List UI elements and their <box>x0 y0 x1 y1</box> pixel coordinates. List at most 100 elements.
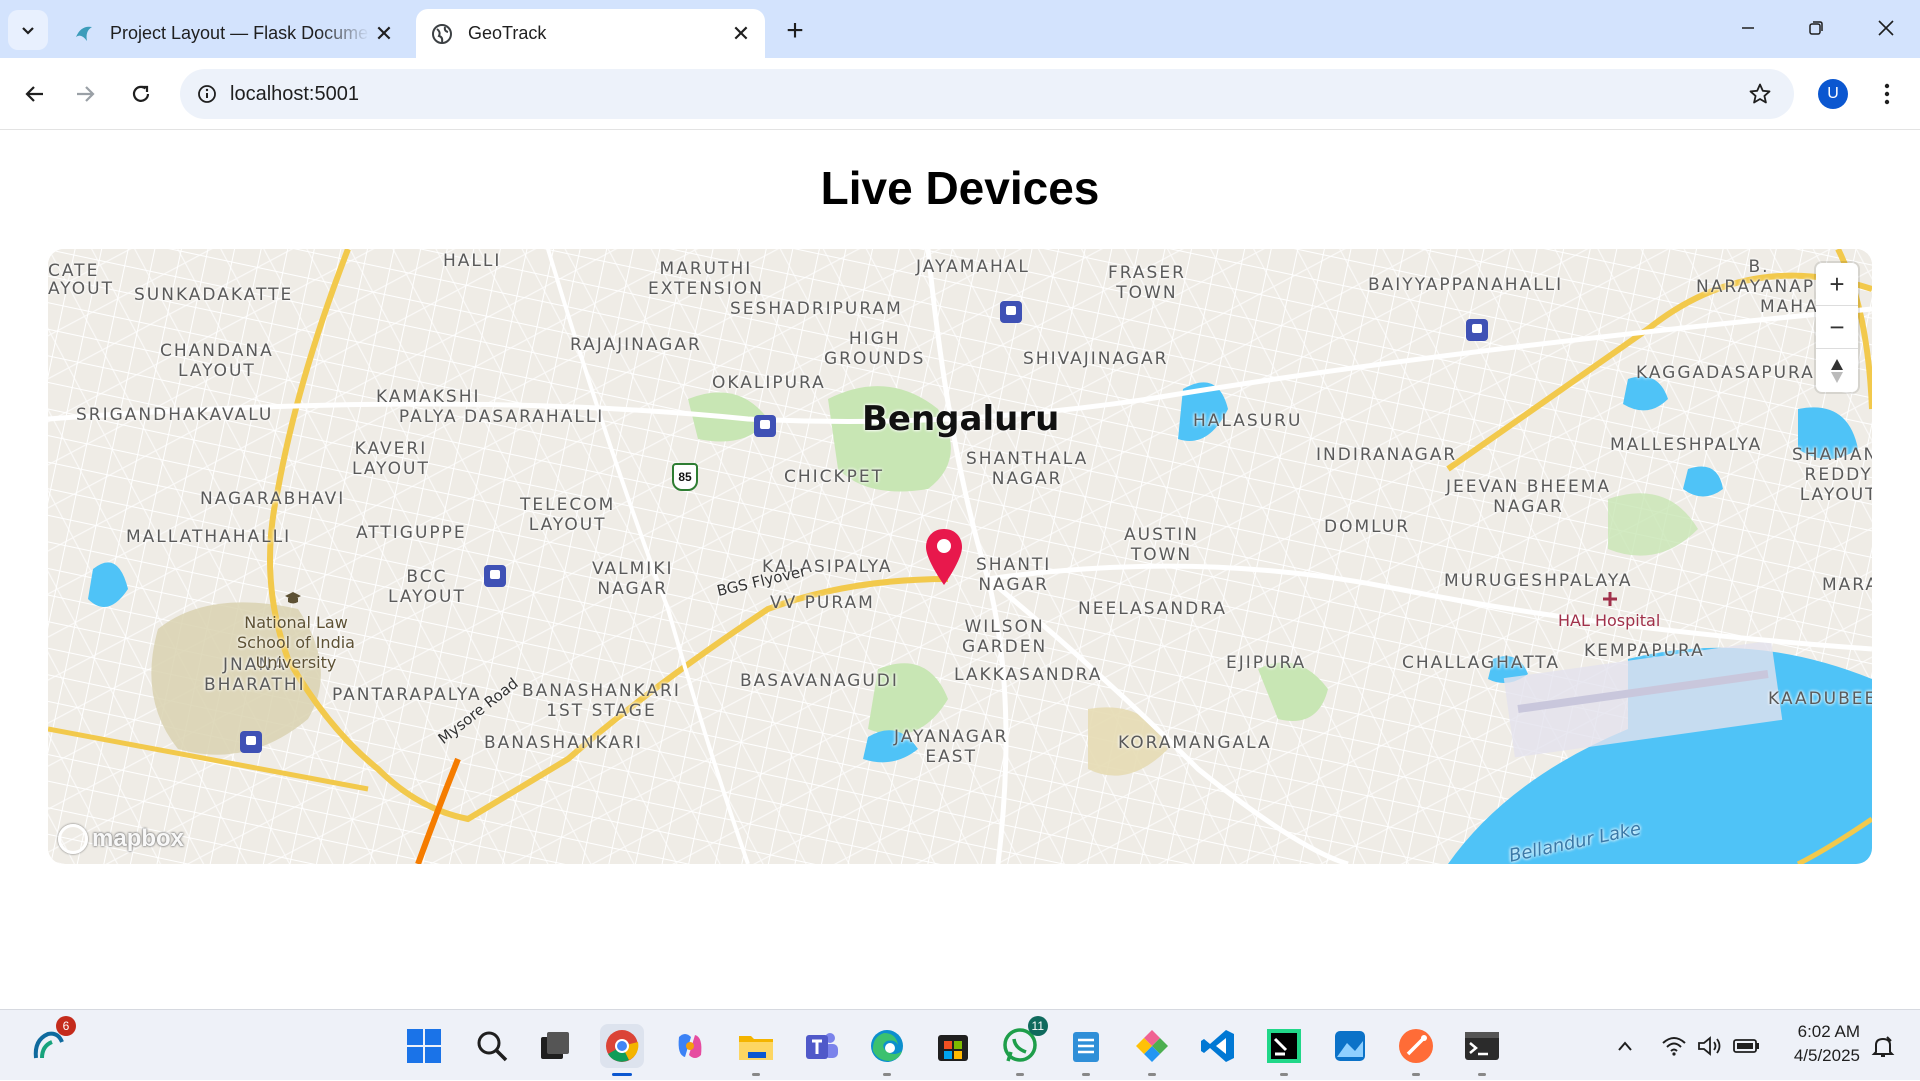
address-bar[interactable]: localhost:5001 <box>180 69 1794 119</box>
minimize-button[interactable] <box>1718 8 1778 48</box>
map-label: BCC LAYOUT <box>388 567 466 607</box>
battery-icon[interactable] <box>1728 1037 1764 1055</box>
notification-badge: 6 <box>56 1016 76 1036</box>
taskbar-pycharm[interactable] <box>1262 1024 1306 1076</box>
device-location-marker[interactable] <box>923 527 965 587</box>
taskbar-photos[interactable] <box>1130 1024 1174 1076</box>
photos-icon <box>1136 1030 1168 1062</box>
arrow-right-icon <box>77 86 95 102</box>
taskbar-file-explorer[interactable] <box>734 1024 778 1076</box>
map-label: KAGGADASAPURA <box>1636 363 1815 383</box>
metro-station-icon <box>754 415 776 437</box>
running-indicator <box>1016 1073 1024 1076</box>
start-button[interactable] <box>402 1024 446 1068</box>
task-view-icon <box>541 1032 569 1059</box>
page-title: Live Devices <box>820 162 1100 214</box>
back-button[interactable] <box>14 74 54 114</box>
restore-button[interactable] <box>1786 8 1846 48</box>
map-label: BAIYYAPPANAHALLI <box>1368 275 1564 295</box>
map-label: NEELASANDRA <box>1078 599 1227 619</box>
map-label: PANTARAPALYA <box>332 685 482 705</box>
taskbar-copilot[interactable] <box>668 1024 712 1068</box>
device-map[interactable]: HALLI MARUTHI EXTENSION JAYAMAHAL FRASER T… <box>48 249 1872 864</box>
running-indicator <box>1148 1073 1156 1076</box>
pycharm-icon <box>1267 1029 1301 1063</box>
taskbar-image-viewer[interactable] <box>1328 1024 1372 1068</box>
tab-flask-docs[interactable]: Project Layout — Flask Documentation ✕ <box>58 9 408 58</box>
map-label: SHANTI NAGAR <box>976 555 1052 595</box>
arrow-left-icon <box>25 86 43 102</box>
map-label: SRIGANDHAKAVALU <box>76 405 274 425</box>
wifi-icon[interactable] <box>1656 1036 1692 1056</box>
taskbar-whatsapp[interactable]: 11 <box>998 1016 1048 1076</box>
close-tab-icon[interactable]: ✕ <box>727 20 755 48</box>
terminal-icon <box>1465 1032 1499 1060</box>
tab-search-button[interactable] <box>8 10 48 50</box>
running-indicator <box>752 1073 760 1076</box>
taskbar-notepad[interactable] <box>1064 1024 1108 1076</box>
show-hidden-icons-button[interactable] <box>1610 1040 1640 1052</box>
profile-avatar[interactable]: U <box>1818 79 1848 109</box>
system-clock[interactable]: 6:02 AM 4/5/2025 <box>1776 1020 1860 1068</box>
task-view-button[interactable] <box>533 1024 577 1068</box>
forward-button[interactable] <box>66 74 106 114</box>
taskbar-edge[interactable] <box>865 1024 909 1076</box>
map-label: KAADUBEE <box>1768 689 1872 709</box>
browser-menu-button[interactable] <box>1872 74 1902 114</box>
map-label: KEMPAPURA <box>1584 641 1705 661</box>
tab-geotrack[interactable]: GeoTrack ✕ <box>416 9 765 58</box>
map-label: CHALLAGHATTA <box>1402 653 1560 673</box>
taskbar-teams[interactable] <box>800 1024 844 1068</box>
clock-time: 6:02 AM <box>1797 1022 1860 1041</box>
map-label: MALLESHPALYA <box>1610 435 1763 455</box>
close-tab-icon[interactable]: ✕ <box>370 20 398 48</box>
metro-station-icon <box>484 565 506 587</box>
image-viewer-icon <box>1335 1031 1365 1061</box>
map-label: CHICKPET <box>784 467 885 487</box>
site-info-icon[interactable] <box>192 79 222 109</box>
copilot-icon <box>678 1034 702 1058</box>
zoom-in-button[interactable]: + <box>1816 263 1858 306</box>
map-label: MURUGESHPALAYA <box>1444 571 1633 591</box>
compass-button[interactable] <box>1816 349 1858 392</box>
flask-icon <box>72 22 96 46</box>
search-button[interactable] <box>470 1024 514 1068</box>
taskbar-vscode[interactable] <box>1196 1024 1240 1068</box>
map-label: B. NARAYANAPI <box>1696 257 1823 297</box>
close-icon <box>1878 20 1894 36</box>
bookmark-star-icon[interactable] <box>1740 74 1780 114</box>
weather-widget[interactable]: 6 <box>26 1016 76 1068</box>
notification-badge: 11 <box>1027 1016 1048 1036</box>
zoom-out-button[interactable]: − <box>1816 306 1858 349</box>
metro-station-icon <box>240 731 262 753</box>
url-text[interactable]: localhost:5001 <box>230 83 1740 106</box>
graduation-cap-icon <box>285 592 301 604</box>
taskbar-chrome[interactable] <box>600 1024 644 1076</box>
reload-button[interactable] <box>121 74 161 114</box>
law-school-label: National Law School of India University <box>237 613 355 672</box>
close-window-button[interactable] <box>1856 8 1916 48</box>
mapbox-wordmark: mapbox <box>92 825 185 852</box>
kebab-menu-icon <box>1884 83 1890 105</box>
restore-icon <box>1809 21 1823 35</box>
hospital-icon <box>1603 592 1617 606</box>
map-label: EJIPURA <box>1226 653 1307 673</box>
map-label: INDIRANAGAR <box>1316 445 1458 465</box>
map-label: DOMLUR <box>1324 517 1411 537</box>
notification-center-button[interactable] <box>1868 1032 1898 1062</box>
windows-logo-icon <box>407 1029 441 1063</box>
tab-strip: Project Layout — Flask Documentation ✕ G… <box>0 0 1920 58</box>
new-tab-button[interactable]: + <box>778 14 812 48</box>
running-indicator <box>1478 1073 1486 1076</box>
map-label: OKALIPURA <box>712 373 826 393</box>
taskbar-terminal[interactable] <box>1460 1024 1504 1076</box>
map-label: JAYAMAHAL <box>916 257 1030 277</box>
taskbar-postman[interactable] <box>1394 1024 1438 1076</box>
volume-icon[interactable] <box>1692 1035 1728 1056</box>
edge-icon <box>871 1030 903 1062</box>
taskbar-store[interactable] <box>931 1024 975 1068</box>
map-label: BASAVANAGUDI <box>740 671 899 691</box>
map-label: SHAMANIREDDYLAYOUT <box>1792 445 1872 505</box>
map-label: BANASHANKARI <box>484 733 643 753</box>
map-label: MALLATHAHALLI <box>126 527 292 547</box>
